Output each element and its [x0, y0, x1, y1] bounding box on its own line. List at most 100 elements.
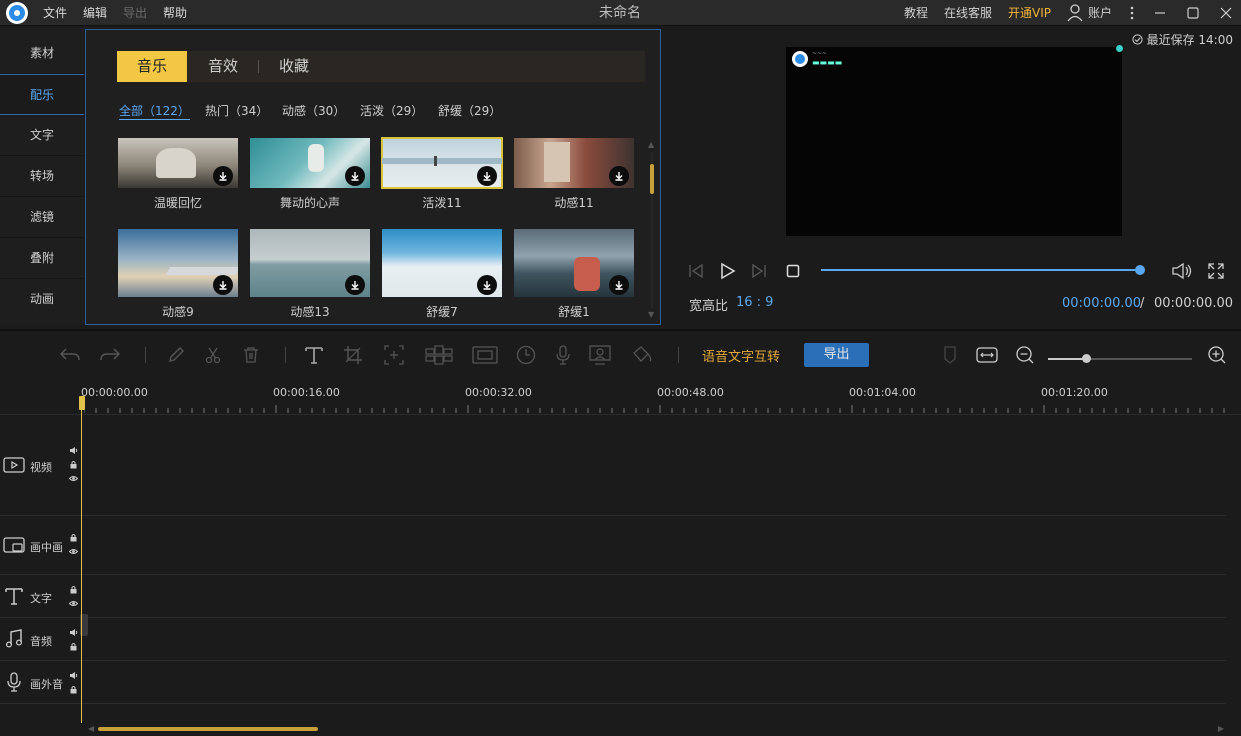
music-thumbnail	[382, 229, 502, 297]
timeline-ruler[interactable]: 00:00:00.00 00:00:16.00 00:00:32.00 00:0…	[0, 381, 1241, 415]
next-frame-icon[interactable]	[747, 261, 771, 281]
lock-icon[interactable]	[69, 585, 78, 594]
maximize-icon[interactable]	[1178, 0, 1208, 26]
aspect-ratio-selector[interactable]: 16 : 9	[736, 295, 773, 310]
track-video[interactable]: 视频	[0, 416, 1226, 516]
scissors-icon[interactable]	[201, 343, 225, 367]
nav-item-transition[interactable]: 转场	[0, 156, 84, 197]
stop-icon[interactable]	[781, 261, 805, 281]
download-icon[interactable]	[609, 275, 629, 295]
menu-edit[interactable]: 编辑	[83, 0, 107, 26]
filter-soothing[interactable]: 舒缓（29）	[438, 102, 501, 119]
library-scrollbar[interactable]: ▲ ▼	[648, 140, 656, 320]
music-card[interactable]: 舒缓1	[514, 229, 634, 320]
playhead[interactable]	[81, 396, 82, 723]
account-icon[interactable]	[1066, 3, 1084, 23]
portrait-icon[interactable]	[588, 343, 612, 367]
track-voiceover[interactable]: 画外音	[0, 661, 1226, 704]
eye-icon[interactable]	[69, 547, 78, 556]
marker-icon[interactable]	[938, 343, 962, 367]
zoom-out-icon[interactable]	[1013, 343, 1037, 367]
speed-clock-icon[interactable]	[514, 343, 538, 367]
fullscreen-icon[interactable]	[1204, 261, 1228, 281]
eye-icon[interactable]	[69, 474, 78, 483]
lock-icon[interactable]	[69, 533, 78, 542]
music-card-label: 活泼11	[422, 196, 462, 210]
menu-export[interactable]: 导出	[123, 0, 147, 26]
paint-bucket-icon[interactable]	[630, 343, 654, 367]
minimize-icon[interactable]	[1145, 0, 1175, 26]
account-link[interactable]: 账户	[1088, 0, 1112, 26]
music-card[interactable]: 动感11	[514, 138, 634, 211]
nav-item-animation[interactable]: 动画	[0, 279, 84, 320]
download-icon[interactable]	[345, 275, 365, 295]
previous-frame-icon[interactable]	[684, 261, 708, 281]
eye-icon[interactable]	[69, 599, 78, 608]
music-card[interactable]: 温暖回忆	[118, 138, 238, 211]
text-tool-icon[interactable]	[302, 343, 326, 367]
music-card[interactable]: 动感13	[250, 229, 370, 320]
track-text[interactable]: 文字	[0, 575, 1226, 618]
online-support-link[interactable]: 在线客服	[944, 0, 992, 26]
mosaic-icon[interactable]	[424, 343, 454, 367]
download-icon[interactable]	[477, 166, 497, 186]
speaker-icon[interactable]	[69, 446, 78, 455]
playback-progress-bar[interactable]	[821, 269, 1141, 271]
nav-item-text[interactable]: 文字	[0, 115, 84, 156]
download-icon[interactable]	[345, 166, 365, 186]
filter-dynamic[interactable]: 动感（30）	[282, 102, 345, 119]
lock-icon[interactable]	[69, 460, 78, 469]
delete-icon[interactable]	[239, 343, 263, 367]
tutorial-link[interactable]: 教程	[904, 0, 928, 26]
video-track-icon	[3, 454, 25, 476]
preview-screen[interactable]: ~~~ ▬▬▬▬	[786, 45, 1123, 236]
export-button[interactable]: 导出	[804, 343, 869, 367]
download-icon[interactable]	[609, 166, 629, 186]
nav-item-filter[interactable]: 滤镜	[0, 197, 84, 238]
volume-icon[interactable]	[1170, 261, 1194, 281]
speech-text-convert-button[interactable]: 语音文字互转	[702, 346, 780, 365]
lock-icon[interactable]	[69, 685, 78, 694]
lock-icon[interactable]	[69, 642, 78, 651]
menu-file[interactable]: 文件	[43, 0, 67, 26]
zoom-frame-icon[interactable]	[382, 343, 406, 367]
tab-sound-effects[interactable]: 音效	[189, 51, 257, 82]
microphone-icon[interactable]	[551, 343, 575, 367]
music-card[interactable]: 动感9	[118, 229, 238, 320]
download-icon[interactable]	[213, 275, 233, 295]
redo-icon[interactable]	[98, 343, 122, 367]
zoom-slider-handle[interactable]	[1082, 354, 1091, 363]
close-icon[interactable]	[1211, 0, 1241, 26]
filter-popular[interactable]: 热门（34）	[205, 102, 268, 119]
speaker-icon[interactable]	[69, 628, 78, 637]
filter-lively[interactable]: 活泼（29）	[360, 102, 423, 119]
frame-icon[interactable]	[471, 343, 499, 367]
tab-favorites[interactable]: 收藏	[260, 51, 328, 82]
download-icon[interactable]	[477, 275, 497, 295]
menu-help[interactable]: 帮助	[163, 0, 187, 26]
playhead-handle[interactable]	[79, 396, 85, 410]
music-card[interactable]: 活泼11	[381, 137, 503, 211]
nav-item-material[interactable]: 素材	[0, 33, 84, 74]
filter-all[interactable]: 全部（122）	[119, 102, 190, 120]
music-card[interactable]: 舞动的心声	[250, 138, 370, 211]
fit-width-icon[interactable]	[975, 343, 999, 367]
track-audio[interactable]: 音频	[0, 618, 1226, 661]
crop-icon[interactable]	[341, 343, 365, 367]
nav-item-music[interactable]: 配乐	[0, 74, 84, 115]
nav-item-overlay[interactable]: 叠附	[0, 238, 84, 279]
edit-pencil-icon[interactable]	[164, 343, 188, 367]
more-options-icon[interactable]	[1117, 0, 1147, 26]
vip-link[interactable]: 开通VIP	[1008, 0, 1051, 26]
zoom-in-icon[interactable]	[1205, 343, 1229, 367]
resize-handle[interactable]	[1116, 45, 1123, 52]
speaker-icon[interactable]	[69, 671, 78, 680]
download-icon[interactable]	[213, 166, 233, 186]
playback-progress-handle[interactable]	[1135, 265, 1145, 275]
undo-icon[interactable]	[58, 343, 82, 367]
timeline-scrollbar-thumb[interactable]	[98, 727, 318, 731]
play-icon[interactable]	[715, 261, 739, 281]
track-picture-in-picture[interactable]: 画中画	[0, 516, 1226, 575]
music-card[interactable]: 舒缓7	[382, 229, 502, 320]
tab-music[interactable]: 音乐	[117, 51, 187, 82]
